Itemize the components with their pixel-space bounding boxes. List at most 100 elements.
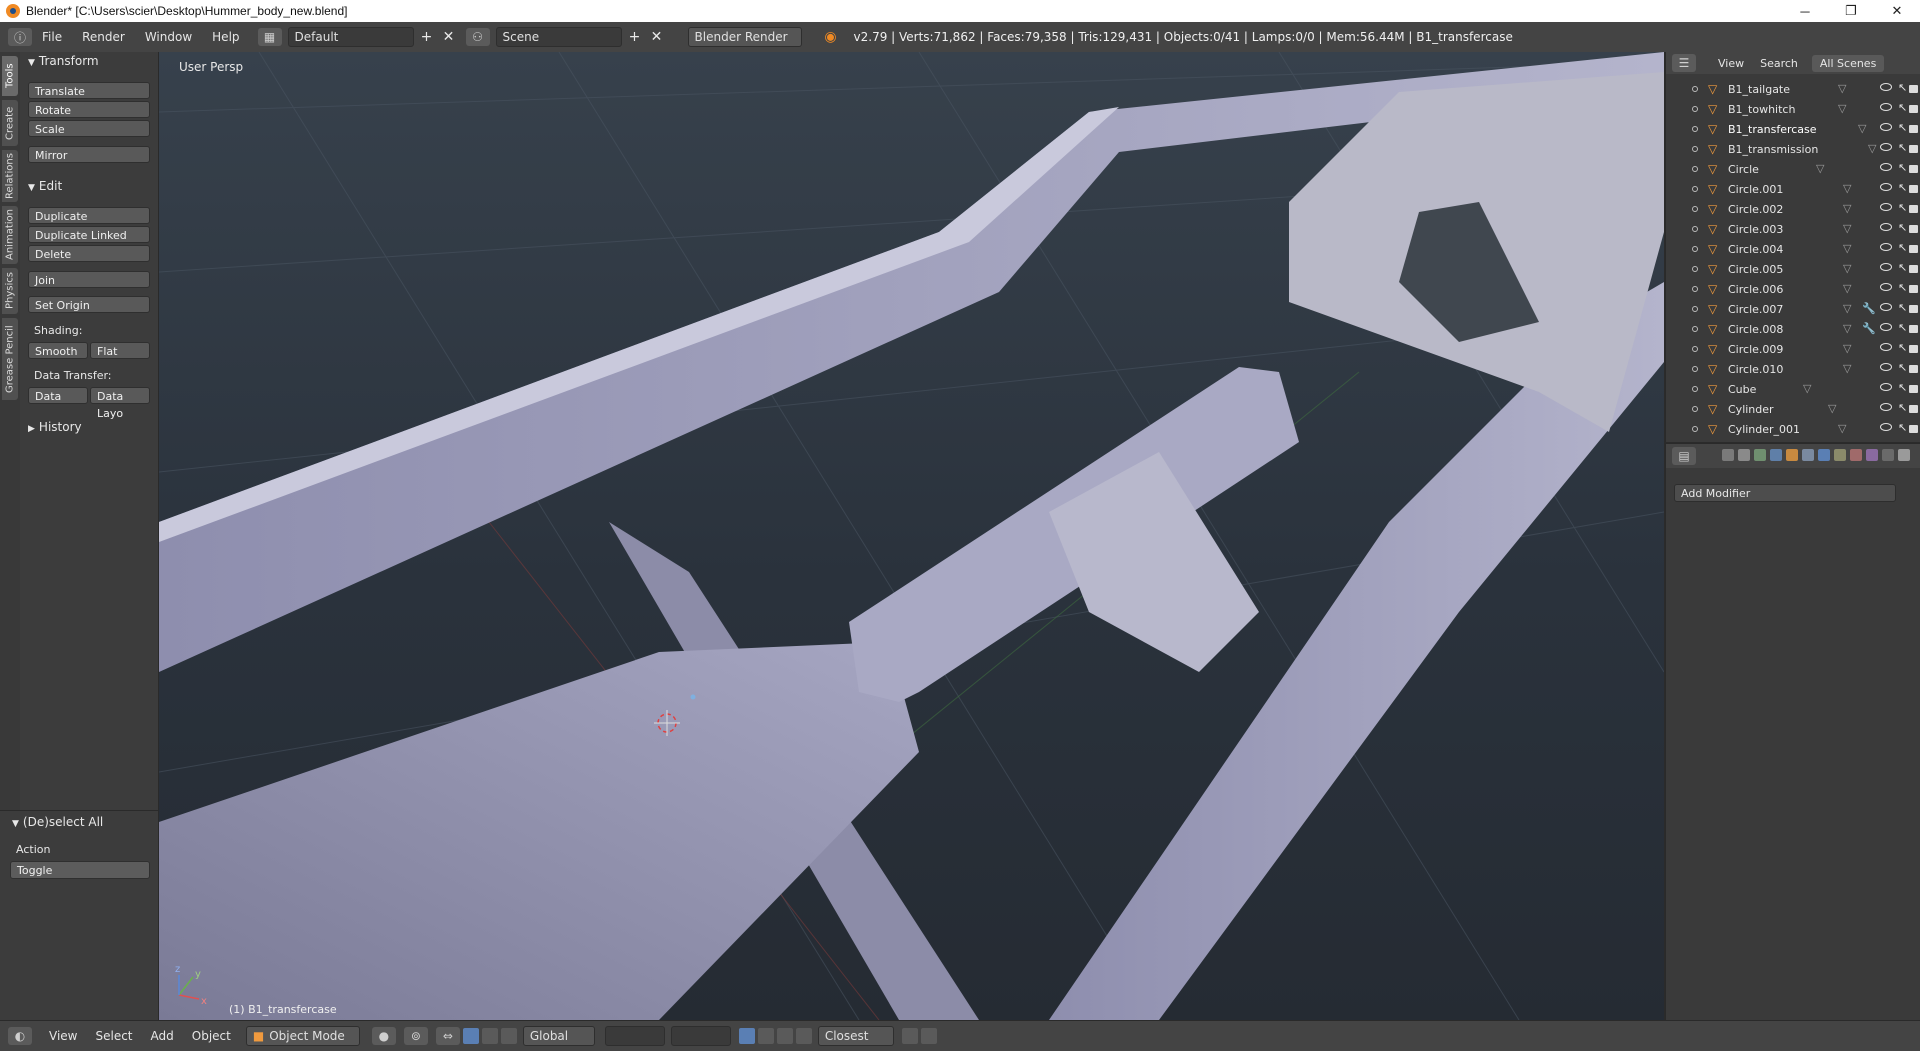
menu-window[interactable]: Window	[135, 30, 202, 44]
remove-layout-icon[interactable]: ✕	[440, 28, 458, 46]
constraints-tab-icon[interactable]	[1802, 449, 1814, 461]
tab-relations[interactable]: Relations	[2, 150, 18, 202]
tab-create[interactable]: Create	[2, 100, 18, 146]
restrict-expand-icon[interactable]	[1692, 406, 1698, 412]
menu-view[interactable]: View	[40, 1029, 86, 1043]
restrict-expand-icon[interactable]	[1692, 226, 1698, 232]
delete-button[interactable]: Delete	[28, 245, 150, 262]
outliner-item[interactable]: ▽ Cylinder_001 ▽ ↖	[1666, 420, 1920, 440]
mesh-data-icon[interactable]: ▽	[1838, 422, 1846, 435]
edit-panel-header[interactable]: ▼ Edit	[28, 179, 62, 193]
visibility-eye-icon[interactable]	[1880, 243, 1892, 251]
selectability-arrow-icon[interactable]: ↖	[1898, 321, 1907, 334]
restrict-expand-icon[interactable]	[1692, 266, 1698, 272]
outliner-item[interactable]: ▽ B1_transmission ▽ ↖	[1666, 140, 1920, 160]
mesh-data-icon[interactable]: ▽	[1858, 122, 1866, 135]
renderability-camera-icon[interactable]	[1909, 205, 1918, 213]
mirror-button[interactable]: Mirror	[28, 146, 150, 163]
physics-tab-icon[interactable]	[1898, 449, 1910, 461]
visibility-eye-icon[interactable]	[1880, 203, 1892, 211]
renderability-camera-icon[interactable]	[1909, 105, 1918, 113]
mesh-data-icon[interactable]: ▽	[1843, 202, 1851, 215]
visibility-eye-icon[interactable]	[1880, 363, 1892, 371]
menu-add[interactable]: Add	[142, 1029, 183, 1043]
material-tab-icon[interactable]	[1850, 449, 1862, 461]
selectability-arrow-icon[interactable]: ↖	[1898, 401, 1907, 414]
maximize-button[interactable]: ❐	[1828, 0, 1874, 22]
duplicate-button[interactable]: Duplicate	[28, 207, 150, 224]
menu-object[interactable]: Object	[183, 1029, 240, 1043]
renderability-camera-icon[interactable]	[1909, 185, 1918, 193]
renderability-camera-icon[interactable]	[1909, 145, 1918, 153]
renderability-camera-icon[interactable]	[1909, 265, 1918, 273]
outliner-item[interactable]: ▽ B1_tailgate ▽ ↖	[1666, 80, 1920, 100]
rotate-button[interactable]: Rotate	[28, 101, 150, 118]
selectability-arrow-icon[interactable]: ↖	[1898, 81, 1907, 94]
outliner-item[interactable]: ▽ Circle.001 ▽ ↖	[1666, 180, 1920, 200]
tab-animation[interactable]: Animation	[2, 206, 18, 264]
visibility-eye-icon[interactable]	[1880, 83, 1892, 91]
outliner-item[interactable]: ▽ Cube ▽ ↖	[1666, 380, 1920, 400]
pivot-point-icon[interactable]: ⊚	[403, 1027, 428, 1045]
restrict-expand-icon[interactable]	[1692, 366, 1698, 372]
add-scene-icon[interactable]: +	[626, 28, 644, 46]
rotate-manipulator-icon[interactable]	[481, 1028, 498, 1044]
visibility-eye-icon[interactable]	[1880, 303, 1892, 311]
minimize-button[interactable]: ─	[1782, 0, 1828, 22]
particles-tab-icon[interactable]	[1882, 449, 1894, 461]
restrict-expand-icon[interactable]	[1692, 206, 1698, 212]
3d-viewport[interactable]: y x z User Persp (1) B1_transfercase	[159, 52, 1664, 1020]
scale-button[interactable]: Scale	[28, 120, 150, 137]
smooth-shading-button[interactable]: Smooth	[28, 342, 88, 359]
visibility-eye-icon[interactable]	[1880, 283, 1892, 291]
render-layers-tab-icon[interactable]	[1738, 449, 1750, 461]
translate-button[interactable]: Translate	[28, 82, 150, 99]
restrict-expand-icon[interactable]	[1692, 306, 1698, 312]
selectability-arrow-icon[interactable]: ↖	[1898, 221, 1907, 234]
renderability-camera-icon[interactable]	[1909, 385, 1918, 393]
manipulator-toggle-icon[interactable]: ⇔	[435, 1027, 460, 1045]
scene-layers-group-a[interactable]	[604, 1026, 665, 1046]
restrict-expand-icon[interactable]	[1692, 326, 1698, 332]
mesh-data-icon[interactable]: ▽	[1843, 222, 1851, 235]
operator-panel-header[interactable]: ▼ (De)select All	[12, 815, 103, 829]
renderability-camera-icon[interactable]	[1909, 305, 1918, 313]
visibility-eye-icon[interactable]	[1880, 403, 1892, 411]
mesh-data-icon[interactable]: ▽	[1803, 382, 1811, 395]
join-button[interactable]: Join	[28, 271, 150, 288]
renderability-camera-icon[interactable]	[1909, 165, 1918, 173]
modifiers-tab-icon[interactable]	[1818, 449, 1830, 461]
outliner-display-mode-dropdown[interactable]: All Scenes	[1811, 54, 1885, 72]
selectability-arrow-icon[interactable]: ↖	[1898, 341, 1907, 354]
visibility-eye-icon[interactable]	[1880, 343, 1892, 351]
renderability-camera-icon[interactable]	[1909, 405, 1918, 413]
mesh-data-icon[interactable]: ▽	[1868, 142, 1876, 155]
mesh-data-icon[interactable]: ▽	[1843, 282, 1851, 295]
transform-panel-header[interactable]: ▼ Transform	[28, 54, 99, 68]
info-editor-type-icon[interactable]: ⓘ	[8, 28, 32, 46]
outliner-item[interactable]: ▽ Circle.007 ▽ 🔧 ↖	[1666, 300, 1920, 320]
visibility-eye-icon[interactable]	[1880, 383, 1892, 391]
data-tab-icon[interactable]	[1834, 449, 1846, 461]
render-engine-dropdown[interactable]: Blender Render	[687, 27, 802, 47]
duplicate-linked-button[interactable]: Duplicate Linked	[28, 226, 150, 243]
screen-layout-field[interactable]: Default	[287, 27, 414, 47]
restrict-expand-icon[interactable]	[1692, 246, 1698, 252]
selectability-arrow-icon[interactable]: ↖	[1898, 361, 1907, 374]
translate-manipulator-icon[interactable]	[462, 1028, 479, 1044]
data-layout-button[interactable]: Data Layo	[90, 387, 150, 420]
scene-tab-icon[interactable]	[1754, 449, 1766, 461]
properties-editor-type-icon[interactable]: ▤	[1672, 447, 1696, 465]
remove-scene-icon[interactable]: ✕	[648, 28, 666, 46]
restrict-expand-icon[interactable]	[1692, 286, 1698, 292]
snap-element-icon[interactable]	[795, 1028, 812, 1044]
mesh-data-icon[interactable]: ▽	[1843, 242, 1851, 255]
visibility-eye-icon[interactable]	[1880, 323, 1892, 331]
selectability-arrow-icon[interactable]: ↖	[1898, 381, 1907, 394]
restrict-expand-icon[interactable]	[1692, 426, 1698, 432]
tab-physics[interactable]: Physics	[2, 268, 18, 314]
visibility-eye-icon[interactable]	[1880, 103, 1892, 111]
mesh-data-icon[interactable]: ▽	[1843, 302, 1851, 315]
visibility-eye-icon[interactable]	[1880, 423, 1892, 431]
restrict-expand-icon[interactable]	[1692, 386, 1698, 392]
